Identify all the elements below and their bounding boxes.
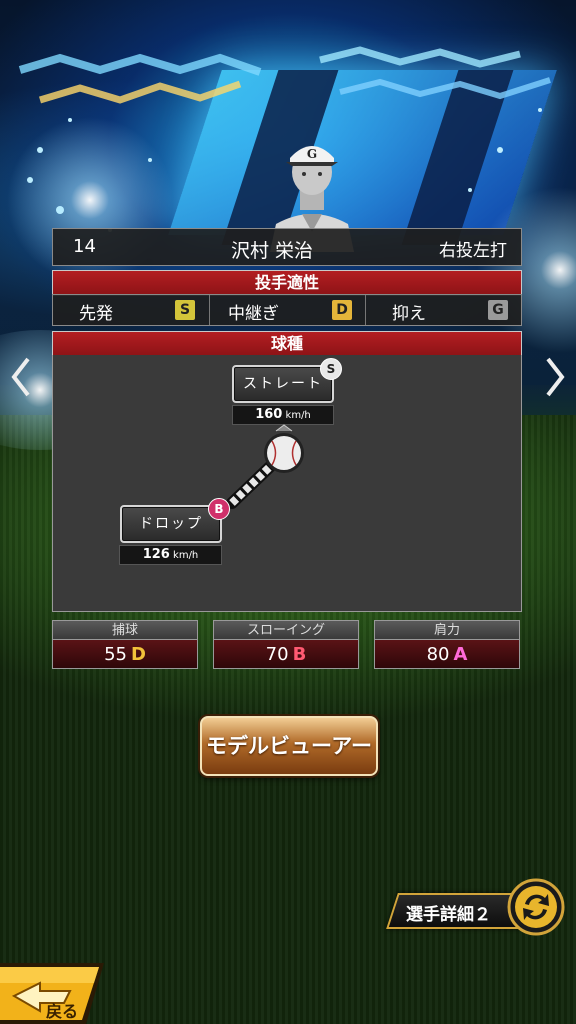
aptitude-label: 抑え	[392, 304, 426, 324]
pitcher-aptitude-title: 投手適性	[52, 270, 522, 296]
stat-grade: B	[292, 644, 307, 665]
stat-label: 捕球	[52, 620, 198, 640]
grade-badge: D	[332, 300, 352, 320]
stat-value-box: 80 A	[374, 640, 520, 669]
stat-label: スローイング	[213, 620, 359, 640]
pitch-label: ドロップ	[139, 516, 203, 532]
stat-value: 55	[104, 644, 127, 665]
next-player-arrow-icon[interactable]	[542, 355, 568, 399]
pitch-speed-drop: 126 km/h	[119, 545, 222, 565]
cap-logo: G	[307, 147, 317, 161]
aptitude-label: 中継ぎ	[228, 304, 279, 324]
grade-badge: S	[175, 300, 195, 320]
swap-arrows-icon[interactable]	[507, 878, 565, 936]
speed-unit: km/h	[173, 550, 199, 561]
pitch-types-title: 球種	[52, 331, 522, 357]
stat-grade: A	[453, 644, 468, 665]
player-name: 沢村 栄治	[231, 240, 314, 262]
stat-value: 70	[265, 644, 289, 665]
stat-arm-strength: 肩力 80 A	[374, 620, 520, 669]
throw-bat-hand: 右投左打	[439, 241, 507, 261]
stat-label: 肩力	[374, 620, 520, 640]
model-viewer-button[interactable]: モデルビューアー	[200, 716, 378, 776]
stat-grade: D	[130, 644, 146, 665]
grade-badge: G	[488, 300, 508, 320]
stat-value-box: 55 D	[52, 640, 198, 669]
stat-value-box: 70 B	[213, 640, 359, 669]
pitch-grade-badge: B	[208, 498, 230, 520]
breaking-ball-chart	[226, 424, 304, 509]
speed-value: 126	[142, 547, 170, 562]
stat-catching: 捕球 55 D	[52, 620, 198, 669]
player-header: 14 沢村 栄治 右投左打	[52, 228, 522, 266]
aptitude-starter: 先発 S	[53, 295, 209, 325]
pitch-drop-button[interactable]: ドロップ	[120, 505, 222, 543]
aptitude-row: 先発 S 中継ぎ D 抑え G	[52, 294, 522, 326]
back-label: 戻る	[46, 1002, 79, 1021]
aptitude-reliever: 中継ぎ D	[209, 295, 366, 325]
aptitude-label: 先発	[79, 304, 113, 324]
prev-player-arrow-icon[interactable]	[8, 355, 34, 399]
aptitude-closer: 抑え G	[365, 295, 522, 325]
stat-throwing: スローイング 70 B	[213, 620, 359, 669]
player-detail2-label: 選手詳細２	[406, 905, 491, 925]
uniform-number: 14	[73, 236, 96, 257]
stat-value: 80	[426, 644, 450, 665]
